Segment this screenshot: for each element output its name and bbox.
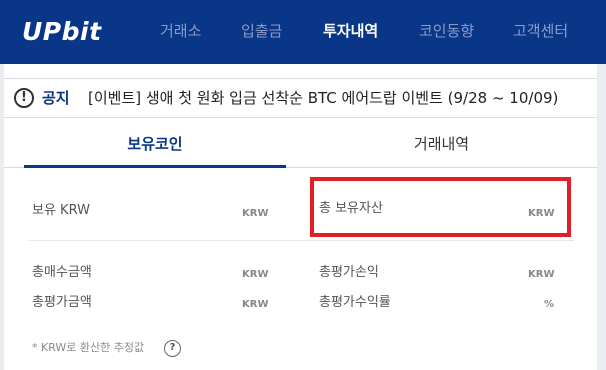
return-rate-label: 총평가수익률	[319, 295, 391, 310]
help-icon[interactable]: ?	[164, 340, 181, 357]
total-pnl-unit: KRW	[528, 269, 555, 280]
total-buy-label: 총매수금액	[32, 265, 92, 280]
tab-holdings[interactable]: 보유코인	[24, 118, 286, 168]
total-assets-highlight	[310, 177, 571, 237]
holding-krw-label: 보유 KRW	[32, 203, 90, 218]
return-rate-unit: %	[544, 299, 555, 310]
upbit-logo[interactable]: UPbit	[22, 18, 102, 46]
tab-transactions[interactable]: 거래내역	[286, 118, 597, 168]
total-buy-unit: KRW	[242, 269, 269, 280]
holding-krw-unit: KRW	[242, 208, 269, 219]
estimate-footnote: * KRW로 환산한 추정값	[32, 341, 145, 354]
total-pnl-label: 총평가손익	[319, 265, 379, 280]
notice-text[interactable]: [이벤트] 생애 첫 원화 입금 선착순 BTC 에어드랍 이벤트 (9/28 …	[88, 88, 558, 108]
summary-divider	[28, 240, 574, 241]
nav-exchange[interactable]: 거래소	[160, 21, 201, 41]
nav-deposit-withdraw[interactable]: 입출금	[241, 21, 282, 41]
total-eval-unit: KRW	[242, 299, 269, 310]
total-eval-label: 총평가금액	[32, 295, 92, 310]
tab-bar: 보유코인 거래내역	[4, 118, 597, 168]
holdings-card: ! 공지 [이벤트] 생애 첫 원화 입금 선착순 BTC 에어드랍 이벤트 (…	[4, 64, 597, 370]
exclamation-icon: !	[14, 88, 34, 108]
nav-coin-trends[interactable]: 코인동향	[419, 21, 474, 41]
notice-label: 공지	[42, 89, 70, 107]
nav-customer-center[interactable]: 고객센터	[513, 21, 568, 41]
top-header: UPbit 거래소 입출금 투자내역 코인동향 고객센터	[0, 0, 606, 64]
notice-bar[interactable]: ! 공지 [이벤트] 생애 첫 원화 입금 선착순 BTC 에어드랍 이벤트 (…	[4, 78, 597, 118]
page: UPbit 거래소 입출금 투자내역 코인동향 고객센터 ! 공지 [이벤트] …	[0, 0, 606, 370]
nav-investment-history[interactable]: 투자내역	[323, 21, 378, 41]
